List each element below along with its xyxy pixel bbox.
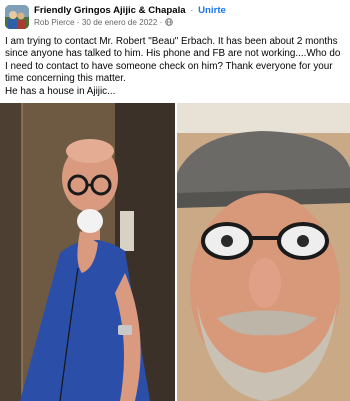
photo-watermark: llbeaubeau: [177, 106, 224, 116]
post-body: I am trying to contact Mr. Robert "Beau"…: [5, 36, 345, 98]
photo-right[interactable]: llbeaubeau: [177, 103, 350, 401]
post-timestamp[interactable]: 30 de enero de 2022: [82, 18, 158, 27]
separator-dot: ·: [190, 5, 194, 16]
post-paragraph-1: I am trying to contact Mr. Robert "Beau"…: [5, 36, 341, 85]
post-paragraph-2: He has a house in Ajijic...: [5, 85, 116, 97]
post-header: Friendly Gringos Ajijic & Chapala · Unir…: [0, 0, 350, 32]
group-name-link[interactable]: Friendly Gringos Ajijic & Chapala: [34, 5, 186, 16]
author-name-link[interactable]: Rob Pierce: [34, 18, 75, 27]
join-group-button[interactable]: Unirte: [198, 5, 226, 16]
photo-left[interactable]: [0, 103, 175, 401]
globe-icon: [164, 18, 173, 26]
group-title-line: Friendly Gringos Ajijic & Chapala · Unir…: [34, 5, 226, 17]
group-avatar[interactable]: [5, 5, 29, 29]
post-meta-line: Rob Pierce · 30 de enero de 2022 ·: [34, 18, 173, 28]
meta-separator: ·: [76, 18, 80, 27]
meta-separator-2: ·: [159, 18, 163, 27]
